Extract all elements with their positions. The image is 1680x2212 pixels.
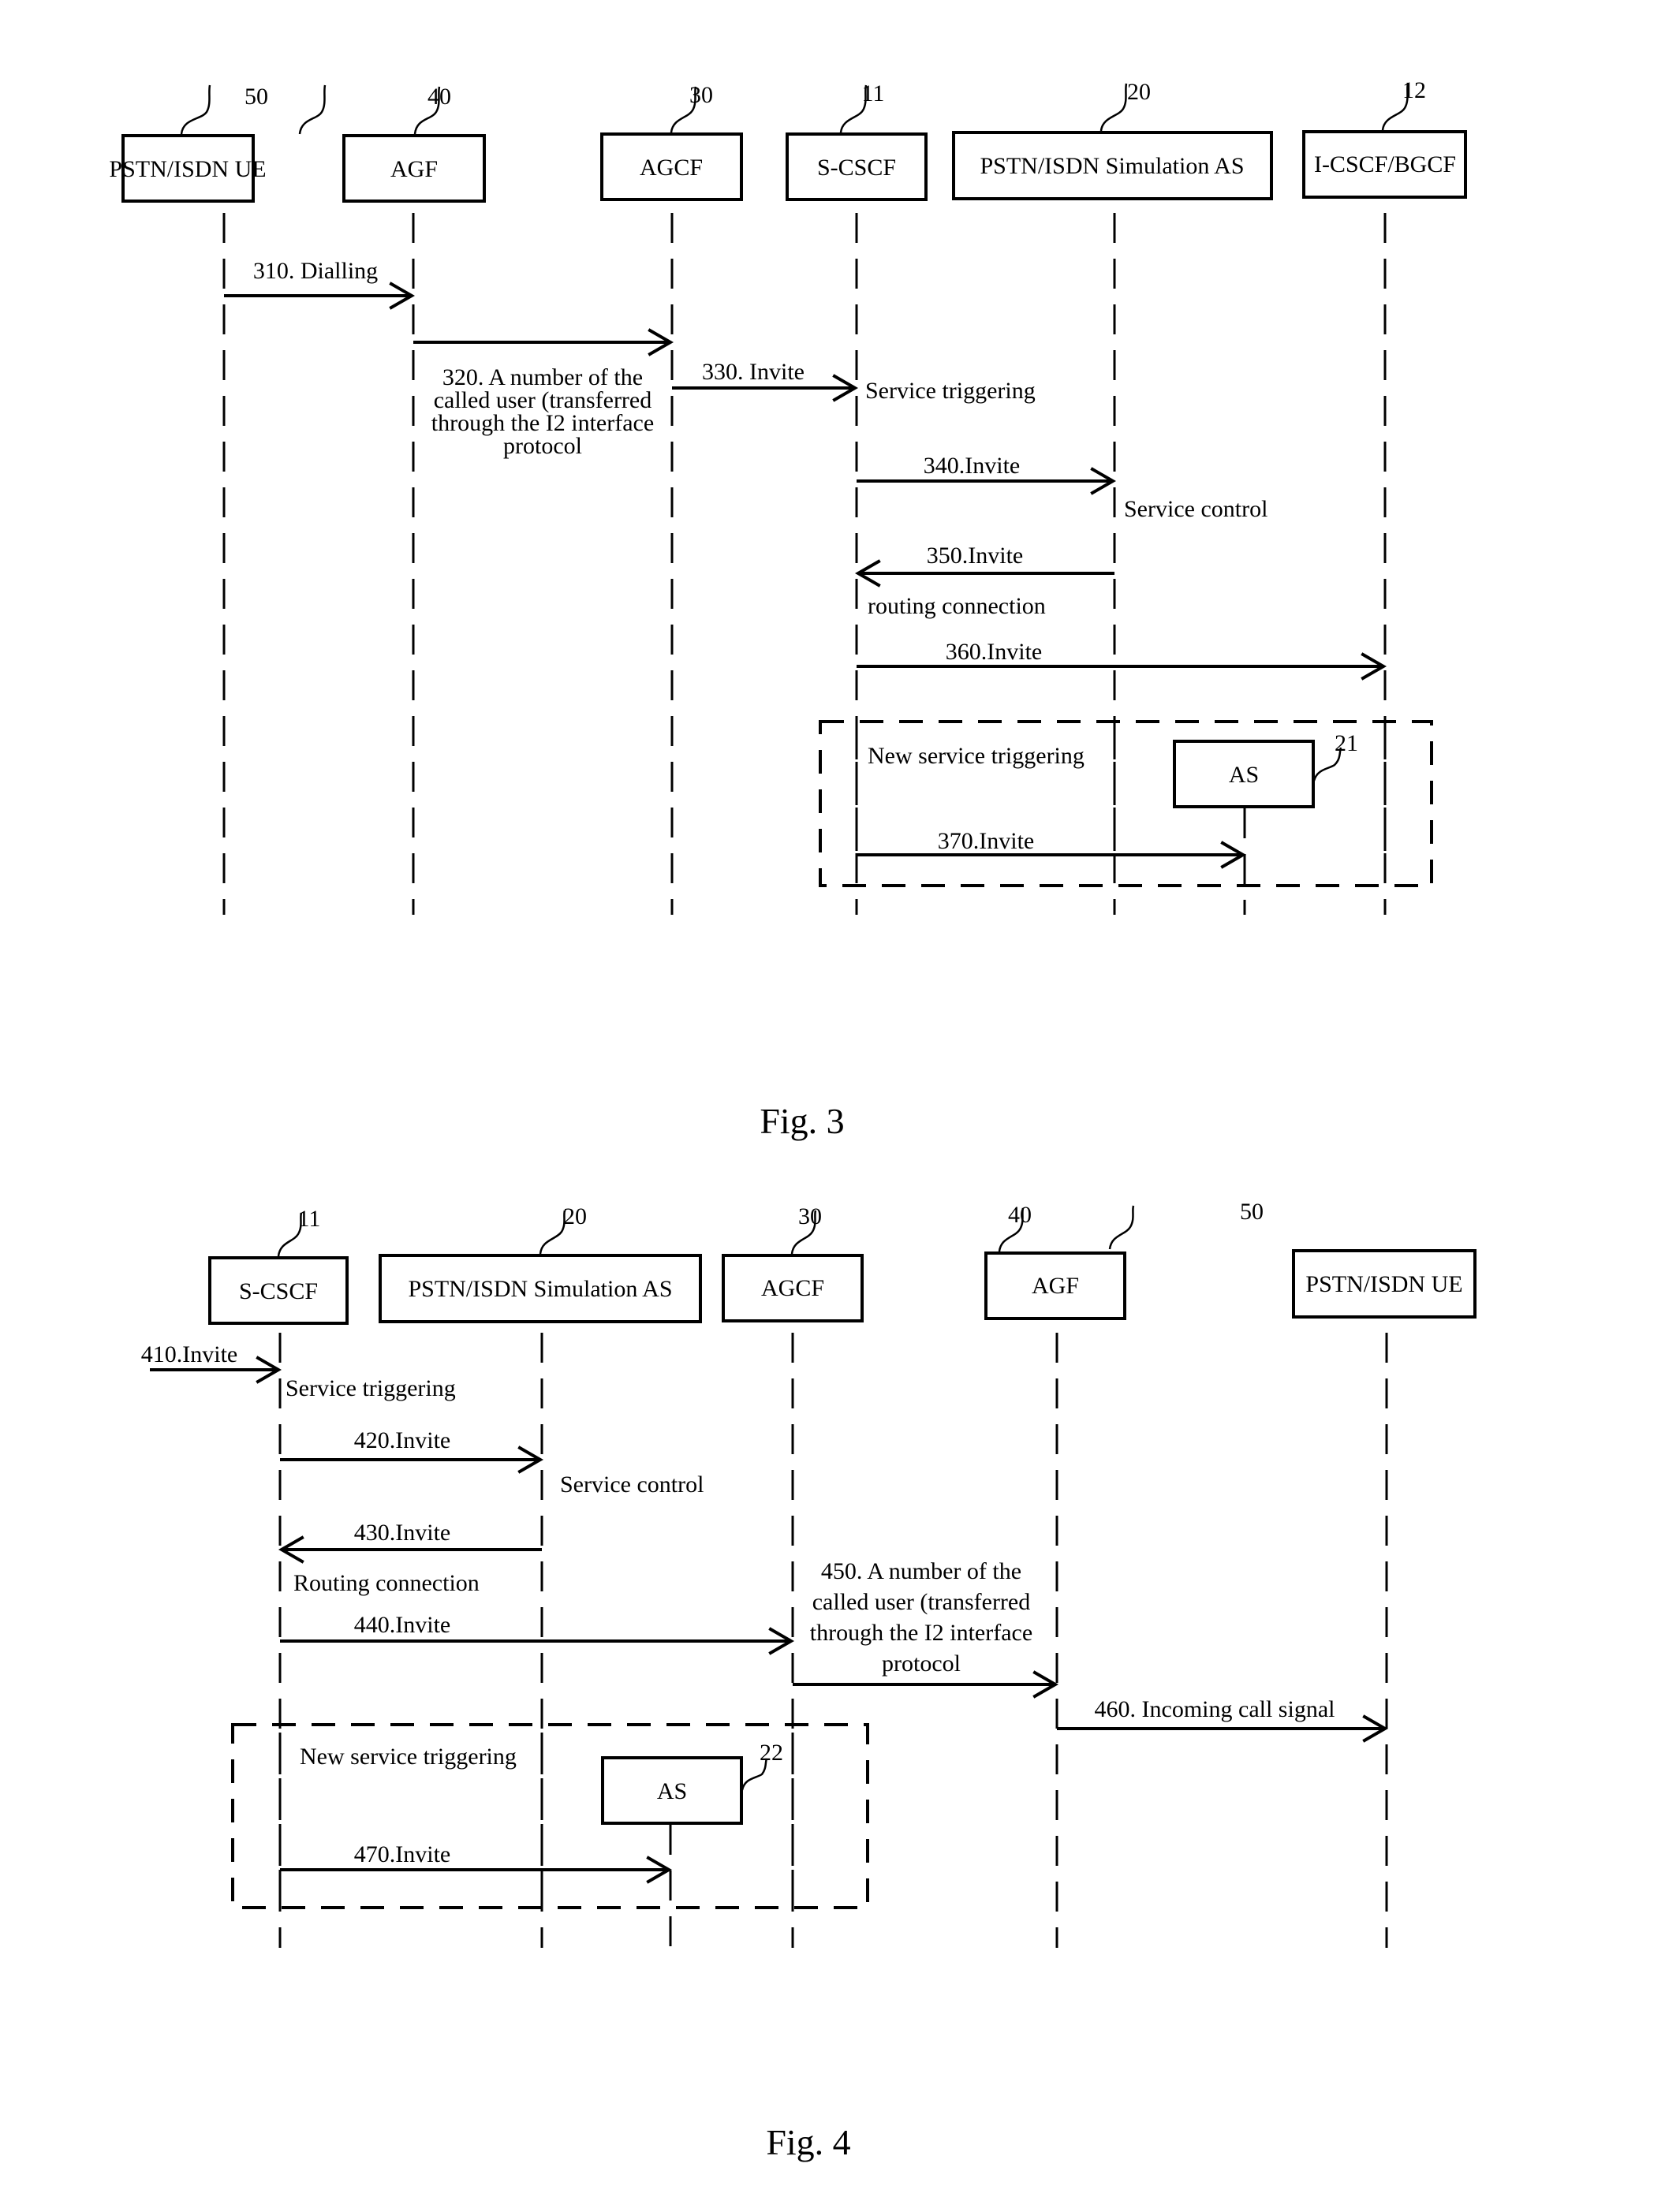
message-label: 330. Invite [702, 359, 805, 385]
as-label: AS [657, 1778, 687, 1804]
participant-label: PSTN/ISDN Simulation AS [408, 1276, 672, 1302]
participant-pstn-isdn-simulation-as: PSTN/ISDN Simulation AS 20 [952, 79, 1273, 200]
participant-label: AGF [390, 156, 438, 182]
new-service-group: New service triggering AS 22 470.Invite [231, 1723, 869, 1948]
as-label: AS [1229, 762, 1259, 788]
ref-number: 20 [563, 1203, 587, 1229]
message-label-line: called user (transferred [812, 1589, 1031, 1615]
message-320: 320. A number of the called user (transf… [413, 328, 674, 459]
note-service-control: Service control [1124, 496, 1267, 522]
sequence-diagrams: 50 PSTN/ISDN UE 40 AGF AGCF 30 S-CSCF 11… [109, 77, 1477, 2162]
participant-pstn-isdn-ue: PSTN/ISDN UE 50 [1108, 1199, 1477, 1319]
message-label: 340.Invite [924, 453, 1020, 479]
message-label: 410.Invite [141, 1341, 237, 1367]
message-310: 310. Dialling [224, 258, 416, 310]
message-label: 430.Invite [354, 1520, 450, 1546]
message-label: 370.Invite [938, 828, 1034, 854]
note-routing-connection: routing connection [868, 593, 1046, 619]
ref-leader [1099, 83, 1128, 132]
participant-label: AGCF [640, 155, 703, 181]
ref-number: 21 [1335, 730, 1358, 756]
group-note: New service triggering [868, 743, 1085, 769]
participant-label: PSTN/ISDN UE [1305, 1271, 1462, 1297]
ref-number: 50 [245, 84, 268, 110]
note-service-triggering: Service triggering [865, 378, 1036, 404]
message-label: 310. Dialling [253, 258, 378, 284]
participant-agf: 40 AGF [298, 84, 486, 203]
message-420: 420.Invite [280, 1427, 544, 1474]
participant-label: I-CSCF/BGCF [1314, 151, 1456, 177]
message-label-line: through the I2 interface [810, 1620, 1032, 1646]
message-label: 420.Invite [354, 1427, 450, 1453]
participant-label: PSTN/ISDN Simulation AS [980, 153, 1244, 179]
participant-pstn-isdn-ue: 50 PSTN/ISDN UE [109, 84, 268, 203]
message-label: 440.Invite [354, 1612, 450, 1638]
note-routing-connection: Routing connection [293, 1570, 480, 1596]
participant-s-cscf: S-CSCF 11 [208, 1206, 349, 1325]
ref-number: 22 [760, 1740, 783, 1766]
figure-4: S-CSCF 11 PSTN/ISDN Simulation AS 20 AGC… [141, 1199, 1477, 2162]
participant-pstn-isdn-simulation-as: PSTN/ISDN Simulation AS 20 [379, 1203, 702, 1323]
ref-number: 30 [798, 1203, 822, 1229]
message-410: 410.Invite [141, 1341, 282, 1384]
participant-label: AGF [1032, 1273, 1079, 1299]
message-460: 460. Incoming call signal [1057, 1696, 1389, 1743]
ref-number: 12 [1402, 77, 1426, 103]
note-service-control: Service control [560, 1472, 704, 1498]
participant-agf: AGF 40 [984, 1202, 1126, 1320]
ref-number: 20 [1127, 79, 1151, 105]
participant-agcf: AGCF 30 [722, 1203, 864, 1322]
message-label: 360.Invite [946, 639, 1042, 665]
message-360: 360.Invite [857, 639, 1387, 681]
participant-label: S-CSCF [817, 155, 896, 181]
participant-label: S-CSCF [239, 1278, 318, 1304]
figure-3: 50 PSTN/ISDN UE 40 AGF AGCF 30 S-CSCF 11… [109, 77, 1467, 1141]
message-label-line: protocol [882, 1651, 961, 1677]
participant-i-cscf-bgcf: I-CSCF/BGCF 12 [1302, 77, 1467, 199]
new-service-group: New service triggering AS 21 370.Invite [819, 720, 1433, 915]
group-note: New service triggering [300, 1744, 517, 1770]
message-330: 330. Invite [672, 359, 859, 402]
figure-caption: Fig. 3 [760, 1101, 844, 1141]
figure-caption: Fig. 4 [766, 2122, 850, 2162]
message-340: 340.Invite [857, 453, 1117, 495]
ref-number: 40 [1008, 1202, 1032, 1228]
participant-agcf: AGCF 30 [600, 82, 743, 201]
note-service-triggering: Service triggering [286, 1375, 456, 1401]
message-label-line: 450. A number of the [821, 1558, 1021, 1584]
message-350: 350.Invite [854, 543, 1114, 588]
message-label: 350.Invite [927, 543, 1023, 569]
message-470: 470.Invite [280, 1841, 673, 1884]
ref-leader [539, 1210, 566, 1255]
ref-leader [298, 84, 327, 135]
message-label: 460. Incoming call signal [1095, 1696, 1335, 1722]
ref-leader [180, 84, 211, 135]
message-label-line: protocol [503, 433, 582, 459]
message-370: 370.Invite [857, 828, 1247, 869]
participant-label: AGCF [761, 1275, 824, 1301]
participant-s-cscf: S-CSCF 11 [786, 80, 928, 201]
message-450: 450. A number of the called user (transf… [793, 1558, 1059, 1699]
ref-number: 50 [1240, 1199, 1264, 1225]
message-label: 470.Invite [354, 1841, 450, 1867]
ref-number: 11 [298, 1206, 321, 1232]
ref-number: 30 [689, 82, 713, 108]
message-430: 430.Invite [278, 1520, 542, 1564]
ref-leader [1108, 1205, 1135, 1250]
message-440: 440.Invite [280, 1612, 795, 1655]
participant-label: PSTN/ISDN UE [109, 156, 266, 182]
